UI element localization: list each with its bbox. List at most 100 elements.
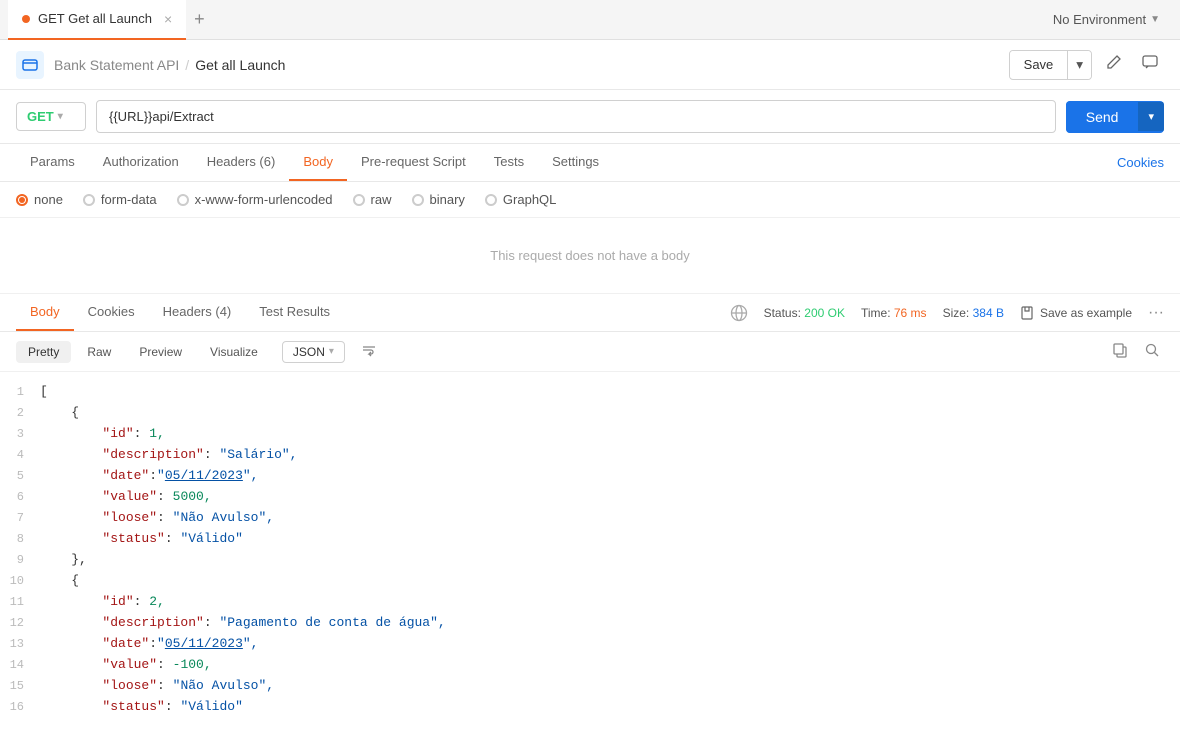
tab-tests[interactable]: Tests (480, 144, 538, 181)
code-actions (1108, 338, 1164, 365)
line-number: 11 (0, 592, 40, 613)
line-number: 14 (0, 655, 40, 676)
code-tab-visualize[interactable]: Visualize (198, 341, 270, 363)
option-form-data[interactable]: form-data (83, 192, 157, 207)
line-content: }, (40, 550, 1180, 571)
line-number: 15 (0, 676, 40, 697)
code-tab-raw[interactable]: Raw (75, 341, 123, 363)
code-line: 4 "description": "Salário", (0, 445, 1180, 466)
tab-authorization[interactable]: Authorization (89, 144, 193, 181)
cookies-link[interactable]: Cookies (1117, 145, 1164, 180)
chevron-down-icon: ▾ (1076, 57, 1083, 72)
tab-label: GET Get all Launch (38, 11, 152, 26)
tab-params[interactable]: Params (16, 144, 89, 181)
resp-tab-headers[interactable]: Headers (4) (149, 294, 246, 331)
send-dropdown-button[interactable]: ▾ (1138, 102, 1164, 131)
send-button[interactable]: Send (1066, 101, 1139, 133)
response-meta: Status: 200 OK Time: 76 ms Size: 384 B S… (730, 304, 1164, 322)
line-content: "date":"05/11/2023", (40, 466, 1180, 487)
status-value: 200 OK (804, 306, 845, 320)
line-number: 7 (0, 508, 40, 529)
tab-close-icon[interactable]: × (164, 11, 172, 27)
line-number: 8 (0, 529, 40, 550)
code-line: 14 "value": -100, (0, 655, 1180, 676)
time-value: 76 ms (894, 306, 927, 320)
line-content: "value": -100, (40, 655, 1180, 676)
line-content: "status": "Válido" (40, 697, 1180, 714)
resp-tab-cookies[interactable]: Cookies (74, 294, 149, 331)
option-binary[interactable]: binary (412, 192, 465, 207)
chevron-down-icon: ▼ (1150, 14, 1160, 25)
code-tab-preview[interactable]: Preview (127, 341, 194, 363)
chevron-down-icon: ▾ (58, 111, 63, 122)
method-selector[interactable]: GET ▾ (16, 102, 86, 131)
search-button[interactable] (1140, 338, 1164, 365)
tab-bar: GET Get all Launch × + No Environment ▼ (0, 0, 1180, 40)
code-line: 8 "status": "Válido" (0, 529, 1180, 550)
tab-pre-request[interactable]: Pre-request Script (347, 144, 480, 181)
code-content: 1[2 {3 "id": 1,4 "description": "Salário… (0, 372, 1180, 714)
resp-tab-test-results[interactable]: Test Results (245, 294, 344, 331)
chevron-down-icon: ▾ (329, 346, 334, 357)
tab-settings[interactable]: Settings (538, 144, 613, 181)
comment-button[interactable] (1136, 48, 1164, 81)
radio-none[interactable] (16, 194, 28, 206)
save-main-button[interactable]: Save (1010, 51, 1068, 78)
line-number: 1 (0, 382, 40, 403)
wrap-button[interactable] (357, 338, 381, 365)
line-number: 5 (0, 466, 40, 487)
line-number: 12 (0, 613, 40, 634)
header-bar: Bank Statement API / Get all Launch Save… (0, 40, 1180, 90)
code-tab-pretty[interactable]: Pretty (16, 341, 71, 363)
radio-urlencoded[interactable] (177, 194, 189, 206)
code-line: 12 "description": "Pagamento de conta de… (0, 613, 1180, 634)
tab-dot (22, 15, 30, 23)
line-content: { (40, 571, 1180, 592)
copy-button[interactable] (1108, 338, 1132, 365)
option-urlencoded[interactable]: x-www-form-urlencoded (177, 192, 333, 207)
status-label: Status: 200 OK (764, 306, 845, 320)
radio-graphql[interactable] (485, 194, 497, 206)
add-tab-button[interactable]: + (186, 9, 213, 30)
code-line: 15 "loose": "Não Avulso", (0, 676, 1180, 697)
line-number: 3 (0, 424, 40, 445)
line-content: "date":"05/11/2023", (40, 634, 1180, 655)
code-line: 2 { (0, 403, 1180, 424)
code-view-tabs: Pretty Raw Preview Visualize JSON ▾ (0, 332, 1180, 372)
breadcrumb: Bank Statement API / Get all Launch (54, 57, 285, 73)
edit-button[interactable] (1100, 48, 1128, 81)
resp-tab-body[interactable]: Body (16, 294, 74, 331)
line-content: { (40, 403, 1180, 424)
globe-icon (730, 304, 748, 322)
line-number: 6 (0, 487, 40, 508)
format-selector[interactable]: JSON ▾ (282, 341, 345, 363)
more-options-button[interactable]: ··· (1148, 304, 1164, 322)
breadcrumb-parent[interactable]: Bank Statement API (54, 57, 179, 73)
option-none[interactable]: none (16, 192, 63, 207)
save-button-group: Save ▾ (1009, 50, 1092, 80)
line-number: 9 (0, 550, 40, 571)
line-content: "value": 5000, (40, 487, 1180, 508)
radio-form-data[interactable] (83, 194, 95, 206)
save-example-button[interactable]: Save as example (1020, 306, 1132, 320)
api-icon (16, 51, 44, 79)
line-number: 4 (0, 445, 40, 466)
option-graphql[interactable]: GraphQL (485, 192, 556, 207)
line-content: "id": 1, (40, 424, 1180, 445)
radio-binary[interactable] (412, 194, 424, 206)
environment-label: No Environment (1053, 12, 1146, 27)
radio-raw[interactable] (353, 194, 365, 206)
option-raw[interactable]: raw (353, 192, 392, 207)
tab-body[interactable]: Body (289, 144, 347, 181)
tab-headers[interactable]: Headers (6) (193, 144, 290, 181)
active-tab[interactable]: GET Get all Launch × (8, 0, 186, 40)
line-content: "status": "Válido" (40, 529, 1180, 550)
code-line: 6 "value": 5000, (0, 487, 1180, 508)
line-content: "loose": "Não Avulso", (40, 676, 1180, 697)
code-line: 13 "date":"05/11/2023", (0, 634, 1180, 655)
save-dropdown-button[interactable]: ▾ (1067, 51, 1091, 79)
url-input[interactable] (96, 100, 1056, 133)
environment-selector[interactable]: No Environment ▼ (1041, 12, 1172, 27)
method-label: GET (27, 109, 54, 124)
line-content: "description": "Pagamento de conta de ág… (40, 613, 1180, 634)
